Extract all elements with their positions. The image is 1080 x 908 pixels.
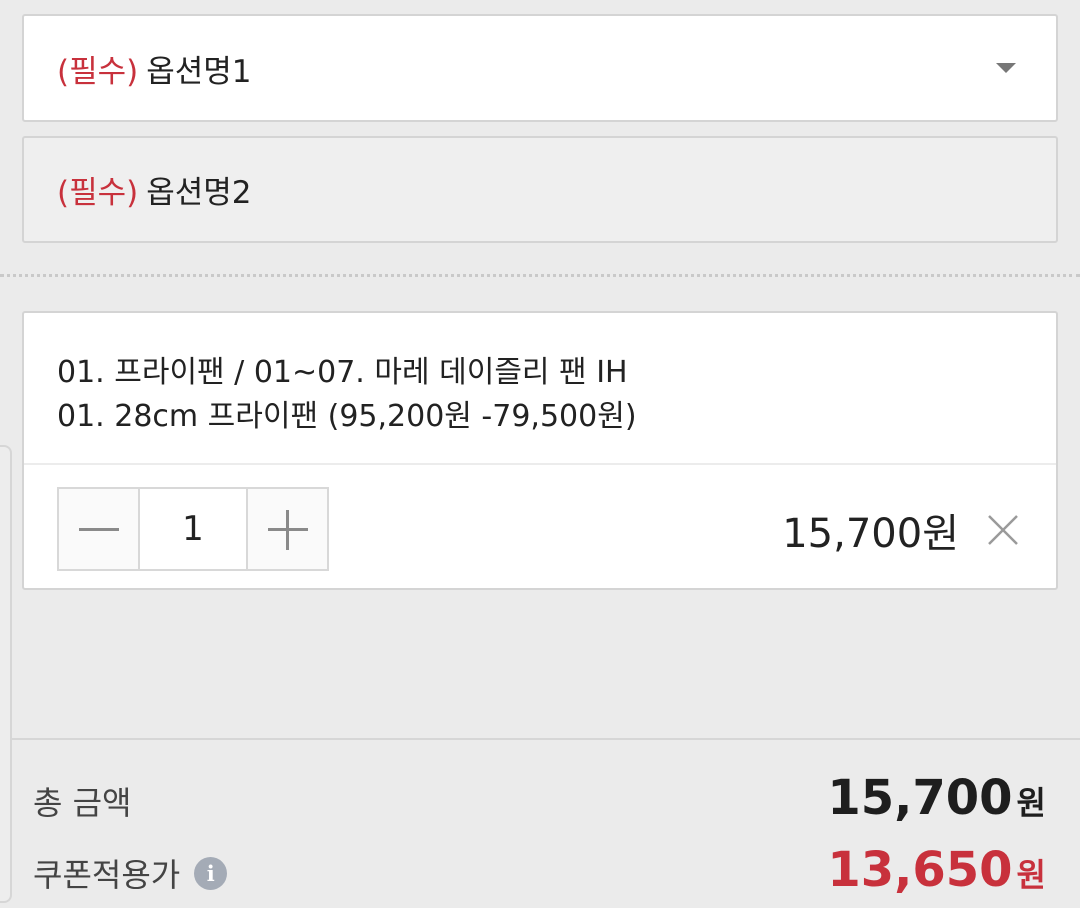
- coupon-price-number: 13,650: [827, 842, 1013, 898]
- side-panel-edge: [0, 445, 12, 903]
- quantity-stepper: 1: [57, 487, 329, 571]
- coupon-price-row: 쿠폰적용가 i 13,650 원: [33, 842, 1046, 902]
- coupon-price-label: 쿠폰적용가: [33, 856, 181, 894]
- item-description: 01. 프라이팬 / 01~07. 마레 데이즐리 팬 IH 01. 28cm …: [57, 351, 1017, 439]
- order-options-panel: (필수) 옵션명1 (필수) 옵션명2 01. 프라이팬 / 01~07. 마레…: [0, 0, 1080, 908]
- quantity-input[interactable]: 1: [140, 489, 246, 569]
- selected-item-card: 01. 프라이팬 / 01~07. 마레 데이즐리 팬 IH 01. 28cm …: [22, 311, 1058, 590]
- option-name: 옵션명2: [146, 175, 252, 211]
- item-price: 15,700원: [782, 511, 959, 557]
- required-label: (필수): [57, 175, 139, 211]
- item-divider: [24, 463, 1056, 465]
- option-select-1[interactable]: (필수) 옵션명1: [22, 14, 1058, 122]
- item-description-line-1: 01. 프라이팬 / 01~07. 마레 데이즐리 팬 IH: [57, 355, 628, 390]
- required-label: (필수): [57, 53, 139, 90]
- option-name: 옵션명1: [146, 53, 252, 90]
- totals-divider: [12, 738, 1080, 740]
- info-icon[interactable]: i: [194, 856, 228, 890]
- total-amount-unit: 원: [1016, 784, 1046, 822]
- dotted-divider: [0, 274, 1080, 277]
- decrease-quantity-button[interactable]: [59, 489, 140, 569]
- total-amount-value: 15,700 원: [827, 770, 1046, 826]
- coupon-price-unit: 원: [1016, 856, 1046, 894]
- coupon-price-value: 13,650 원: [827, 842, 1046, 898]
- increase-quantity-button[interactable]: [246, 489, 327, 569]
- close-icon[interactable]: [986, 513, 1020, 547]
- total-amount-label: 총 금액: [33, 784, 132, 822]
- total-amount-number: 15,700: [827, 770, 1013, 826]
- total-amount-row: 총 금액 15,700 원: [33, 770, 1046, 830]
- option-select-2: (필수) 옵션명2: [22, 136, 1058, 243]
- coupon-price-label-group: 쿠폰적용가 i: [33, 850, 228, 896]
- chevron-down-icon[interactable]: [996, 63, 1016, 73]
- minus-icon: [78, 527, 119, 531]
- item-description-line-2: 01. 28cm 프라이팬 (95,200원 -79,500원): [57, 399, 637, 434]
